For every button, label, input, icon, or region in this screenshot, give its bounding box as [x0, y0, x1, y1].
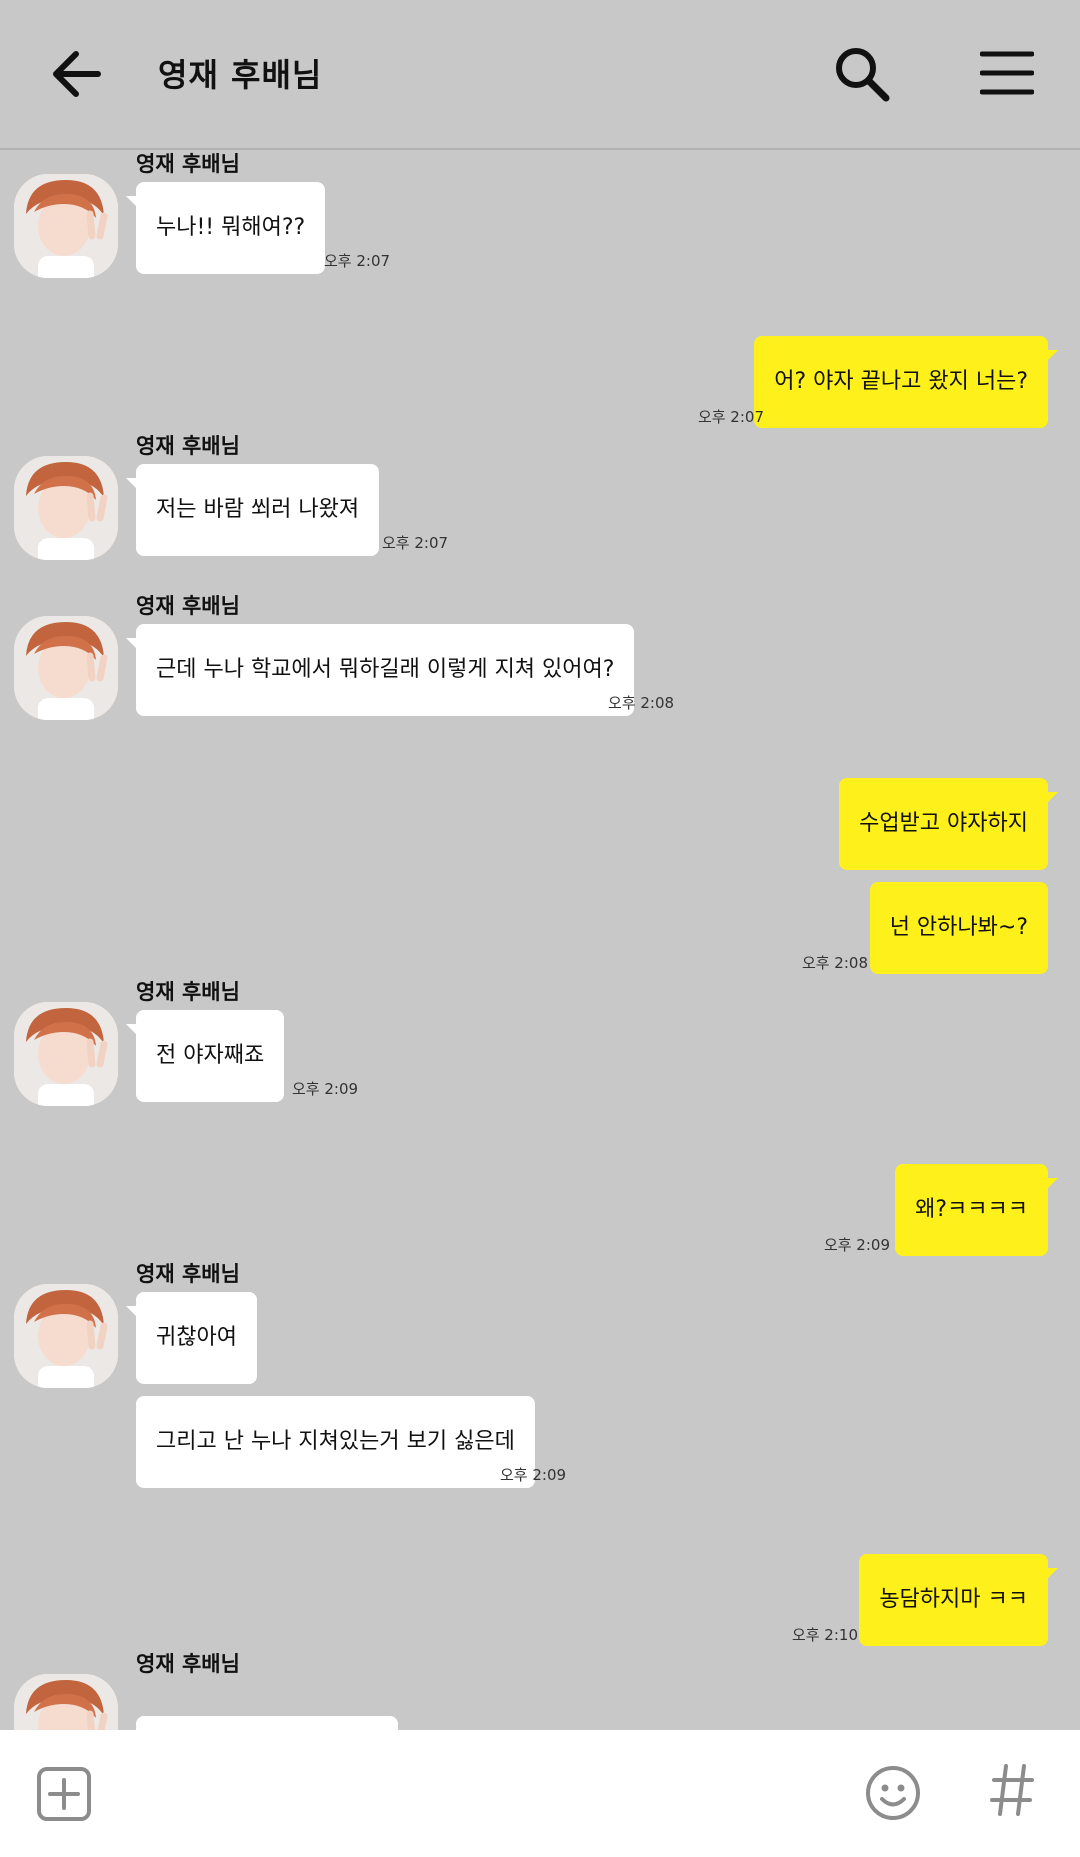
avatar[interactable] — [14, 1674, 118, 1730]
message-bubble[interactable]: 전 야자째죠 — [125, 1010, 285, 1102]
sender-name: 영재 후배님 — [136, 1262, 240, 1286]
hashtag-icon[interactable] — [990, 1762, 1034, 1818]
message-time: 오후 2:09 — [292, 1080, 359, 1098]
profile-photo — [14, 1002, 118, 1106]
arrow-left-icon[interactable] — [48, 46, 108, 102]
message-bubble[interactable]: 왜?ㅋㅋㅋㅋ — [895, 1164, 1058, 1256]
profile-photo — [14, 616, 118, 720]
message-bubble[interactable]: 어? 야자 끝나고 왔지 너는? — [754, 336, 1058, 428]
profile-photo — [14, 1284, 118, 1388]
message-bubble[interactable]: 수업받고 야자하지 — [839, 778, 1058, 870]
plus-square-icon[interactable] — [36, 1766, 92, 1822]
sender-name: 영재 후배님 — [136, 434, 240, 458]
message-time: 오후 2:09 — [823, 1236, 890, 1254]
profile-photo — [14, 174, 118, 278]
chat-title: 영재 후배님 — [158, 56, 323, 94]
message-bubble[interactable]: 넌 안하나봐~? — [869, 882, 1048, 974]
message-bubble[interactable]: 그리고 난 누나 지쳐있는거 보기 싫은데 — [136, 1396, 535, 1488]
sender-name: 영재 후배님 — [136, 980, 240, 1004]
message-bubble[interactable] — [136, 1716, 398, 1730]
avatar[interactable] — [14, 1284, 118, 1388]
message-bubble[interactable]: 누나!! 뭐해여?? — [125, 182, 326, 274]
message-time: 오후 2:08 — [608, 694, 675, 712]
avatar[interactable] — [14, 616, 118, 720]
search-icon[interactable] — [832, 44, 892, 104]
message-bubble[interactable]: 농담하지마 ㅋㅋ — [859, 1554, 1058, 1646]
message-bubble[interactable]: 저는 바람 쐬러 나왔져 — [125, 464, 380, 556]
message-time: 오후 2:10 — [791, 1626, 858, 1644]
avatar[interactable] — [14, 456, 118, 560]
message-time: 오후 2:07 — [382, 534, 449, 552]
avatar[interactable] — [14, 174, 118, 278]
avatar[interactable] — [14, 1002, 118, 1106]
hamburger-menu-icon[interactable] — [980, 50, 1034, 96]
chat-header: 영재 후배님 — [0, 0, 1080, 150]
message-time: 오후 2:07 — [324, 252, 391, 270]
message-list[interactable]: 영재 후배님 누나!! 뭐해여?? 오후 2:07 어? 야자 끝나고 왔지 너… — [0, 150, 1080, 1730]
sender-name: 영재 후배님 — [136, 152, 240, 176]
input-bar — [0, 1730, 1080, 1857]
message-time: 오후 2:08 — [801, 954, 868, 972]
message-time: 오후 2:09 — [500, 1466, 567, 1484]
message-bubble[interactable]: 귀찮아여 — [126, 1292, 257, 1384]
sender-name: 영재 후배님 — [136, 594, 240, 618]
sender-name: 영재 후배님 — [136, 1652, 240, 1676]
profile-photo — [14, 1674, 118, 1730]
smiley-icon[interactable] — [864, 1764, 922, 1822]
message-bubble[interactable]: 근데 누나 학교에서 뭐하길래 이렇게 지쳐 있어여? — [125, 624, 635, 716]
message-time: 오후 2:07 — [697, 408, 764, 426]
profile-photo — [14, 456, 118, 560]
